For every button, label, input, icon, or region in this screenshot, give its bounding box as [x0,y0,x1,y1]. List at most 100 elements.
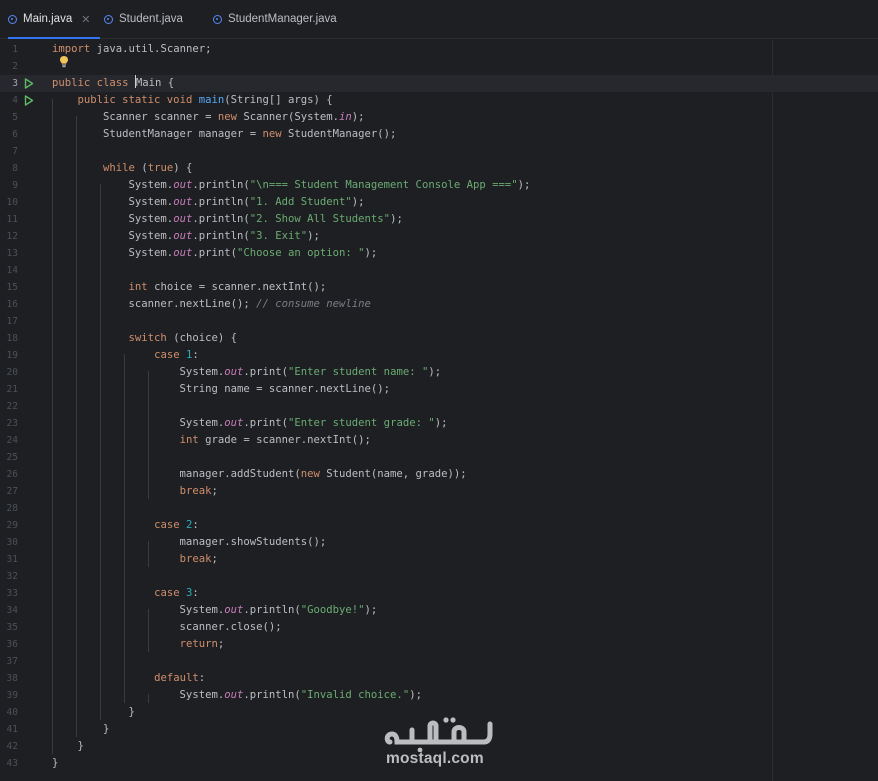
line-number: 2 [12,61,18,72]
code-token: "1. Add Student" [249,196,352,208]
tab-student-java[interactable]: Student.java [104,0,183,38]
line-number: 9 [12,180,18,191]
code-line[interactable]: 26 manager.addStudent(new Student(name, … [0,466,878,483]
code-token: System. [52,196,174,208]
code-line[interactable]: 3 public class Main { [0,75,878,92]
code-text: } [52,704,135,721]
code-token: } [52,757,59,769]
code-line[interactable]: 14 [0,262,878,279]
code-line[interactable]: 13 System.out.print("Choose an option: "… [0,245,878,262]
tab-studentmanager-java[interactable]: StudentManager.java [213,0,337,38]
code-line[interactable]: 16 scanner.nextLine(); // consume newlin… [0,296,878,313]
code-token: out [173,213,193,225]
code-token: int [179,434,206,446]
code-token: System. [52,213,174,225]
line-number: 18 [6,333,18,344]
code-token: "3. Exit" [249,230,308,242]
code-token: ); [409,689,422,701]
code-line[interactable]: 1 import java.util.Scanner; [0,41,878,58]
code-text: switch (choice) { [52,330,237,347]
code-line[interactable]: 2 [0,58,878,75]
line-number: 24 [6,435,18,446]
code-line[interactable]: 11 System.out.println("2. Show All Stude… [0,211,878,228]
java-class-icon [8,14,17,24]
code-line[interactable]: 7 [0,143,878,160]
code-token: manager.showStudents(); [52,536,327,548]
code-line[interactable]: 27 break; [0,483,878,500]
lightbulb-icon[interactable] [59,55,69,68]
code-token: Scanner scanner = [52,111,218,123]
code-line[interactable]: 32 [0,568,878,585]
code-text: public static void main(String[] args) { [52,92,333,109]
code-text: case 1: [52,347,199,364]
code-token: "Choose an option: " [236,247,365,259]
line-number: 32 [6,571,18,582]
tab-label: Student.java [119,13,183,25]
code-line[interactable]: 30 manager.showStudents(); [0,534,878,551]
code-line[interactable]: 21 String name = scanner.nextLine(); [0,381,878,398]
code-token: int [128,281,155,293]
line-number: 11 [6,214,18,225]
code-token: "Goodbye!" [300,604,365,616]
code-text: System.out.println("2. Show All Students… [52,211,403,228]
code-line[interactable]: 33 case 3: [0,585,878,602]
code-line[interactable]: 6 StudentManager manager = new StudentMa… [0,126,878,143]
code-text: import java.util.Scanner; [52,41,211,58]
code-line[interactable]: 9 System.out.println("\n=== Student Mana… [0,177,878,194]
code-text: manager.showStudents(); [52,534,327,551]
code-line[interactable]: 8 while (true) { [0,160,878,177]
code-line[interactable]: 10 System.out.println("1. Add Student"); [0,194,878,211]
code-token: main [198,94,225,106]
run-icon[interactable] [23,75,35,92]
code-line[interactable]: 12 System.out.println("3. Exit"); [0,228,878,245]
code-line[interactable]: 25 [0,449,878,466]
code-line[interactable]: 28 [0,500,878,517]
code-token: ; [217,638,225,650]
code-line[interactable]: 37 [0,653,878,670]
line-number: 10 [6,197,18,208]
code-line[interactable]: 5 Scanner scanner = new Scanner(System.i… [0,109,878,126]
code-token: case [154,587,186,599]
line-number: 16 [6,299,18,310]
code-line[interactable]: 38 default: [0,670,878,687]
code-token: "2. Show All Students" [249,213,391,225]
code-line[interactable]: 29 case 2: [0,517,878,534]
code-line[interactable]: 18 switch (choice) { [0,330,878,347]
run-icon[interactable] [23,92,35,109]
code-line[interactable]: 31 break; [0,551,878,568]
code-line[interactable]: 35 scanner.close(); [0,619,878,636]
code-line[interactable]: 4 public static void main(String[] args)… [0,92,878,109]
code-editor[interactable]: 1 import java.util.Scanner; 2 3 public class… [0,40,878,781]
code-token: out [173,247,193,259]
code-token: ); [434,417,448,429]
code-token: public class [52,77,135,89]
code-line[interactable]: 15 int choice = scanner.nextInt(); [0,279,878,296]
code-line[interactable]: 39 System.out.println("Invalid choice.")… [0,687,878,704]
line-number: 29 [6,520,18,531]
code-token: .println( [192,179,250,191]
code-text: default: [52,670,205,687]
tab-main-java[interactable]: Main.java ✕ [8,0,101,39]
code-token: } [52,723,110,735]
code-text: break; [52,483,218,500]
code-line[interactable]: 17 [0,313,878,330]
code-text: System.out.println("1. Add Student"); [52,194,365,211]
code-line[interactable]: 24 int grade = scanner.nextInt(); [0,432,878,449]
code-line[interactable]: 34 System.out.println("Goodbye!"); [0,602,878,619]
line-number: 21 [6,384,18,395]
code-line[interactable]: 20 System.out.print("Enter student name:… [0,364,878,381]
code-token: new [262,128,288,140]
code-line[interactable]: 22 [0,398,878,415]
close-icon[interactable]: ✕ [81,13,90,26]
code-text: System.out.println("Goodbye!"); [52,602,378,619]
line-number: 35 [6,622,18,633]
code-line[interactable]: 36 return; [0,636,878,653]
code-line[interactable]: 23 System.out.print("Enter student grade… [0,415,878,432]
code-line[interactable]: 19 case 1: [0,347,878,364]
code-token: : [198,672,206,684]
